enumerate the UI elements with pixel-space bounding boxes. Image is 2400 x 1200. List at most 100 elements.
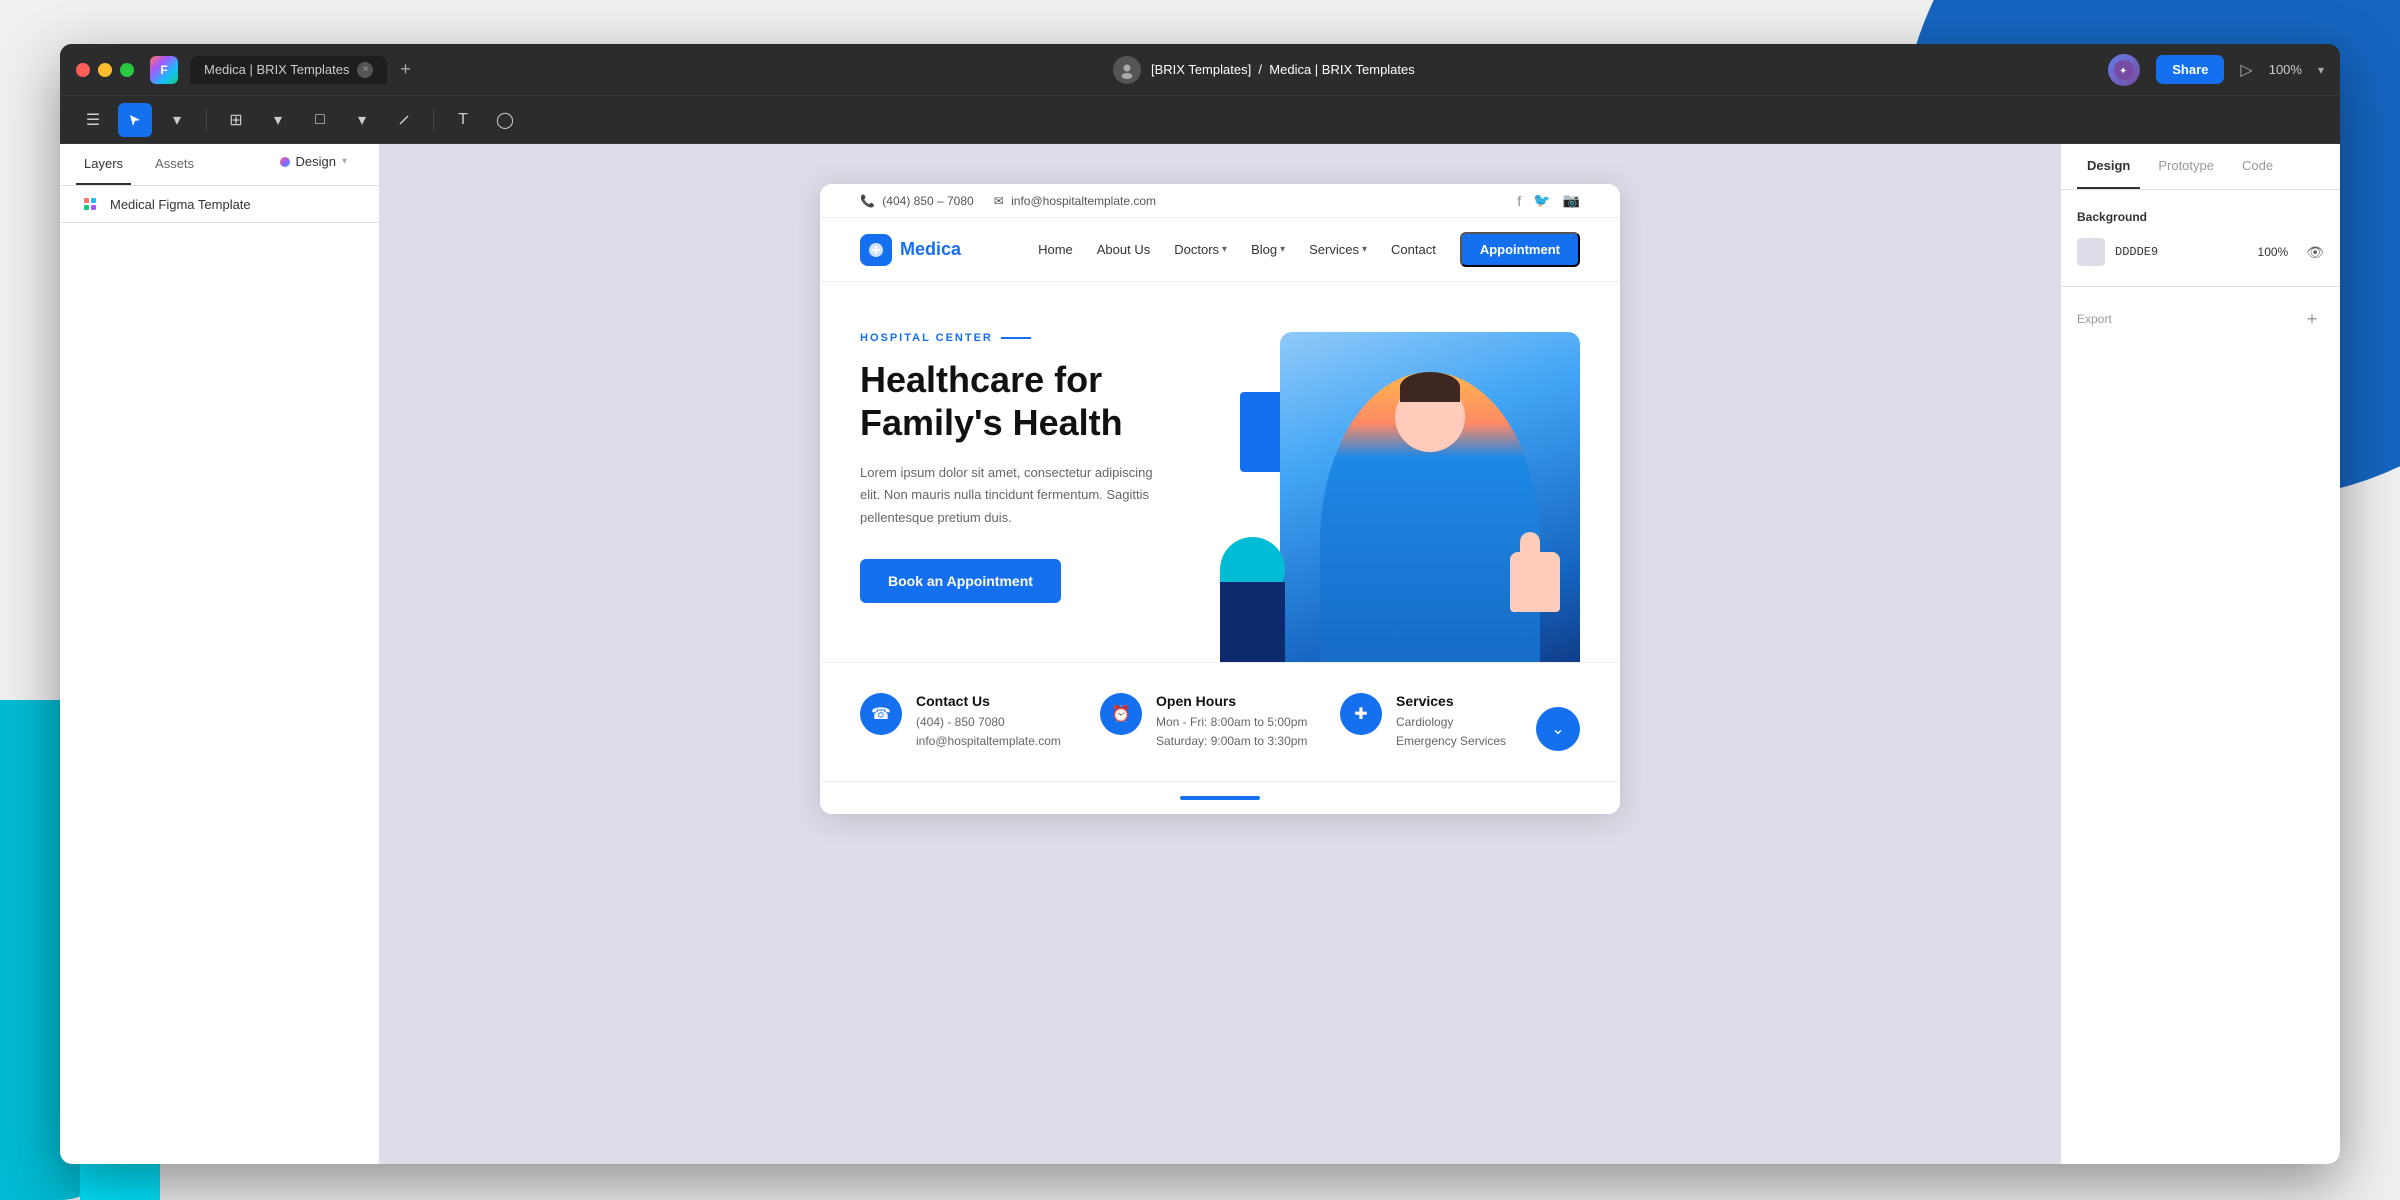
facebook-icon[interactable]: f [1517, 193, 1521, 209]
toolbar: ☰ ▾ ⊞ ▾ □ ▾ T ◯ [60, 96, 2340, 144]
left-divider [60, 222, 379, 223]
nav-doctors[interactable]: Doctors [1174, 242, 1227, 257]
topbar-email: ✉ info@hospitaltemplate.com [994, 194, 1156, 208]
pen-tool[interactable] [387, 103, 421, 137]
site-topbar: 📞 (404) 850 – 7080 ✉ info@hospitaltempla… [820, 184, 1620, 218]
hero-title-line2: Family's Health [860, 402, 1123, 443]
minimize-window-btn[interactable] [98, 63, 112, 77]
footer-card-hours-text: Open Hours Mon - Fri: 8:00am to 5:00pm S… [1156, 693, 1307, 751]
contact-email: info@hospitaltemplate.com [916, 732, 1061, 751]
website-preview: 📞 (404) 850 – 7080 ✉ info@hospitaltempla… [820, 184, 1620, 814]
services-icon: ✚ [1340, 693, 1382, 735]
background-section: Background DDDDE9 100% 👁 [2061, 190, 2340, 287]
browser-tab[interactable]: Medica | BRIX Templates × [190, 56, 387, 84]
hours-title: Open Hours [1156, 693, 1307, 709]
site-nav-links: Home About Us Doctors Blog Services Cont… [1038, 232, 1580, 267]
tab-label: Medica | BRIX Templates [204, 62, 349, 77]
background-section-title: Background [2077, 210, 2324, 224]
doctor-hair [1400, 372, 1460, 402]
email-address: info@hospitaltemplate.com [1011, 194, 1156, 208]
design-label: Design [296, 154, 336, 169]
zoom-level[interactable]: 100% [2269, 62, 2302, 77]
hero-description: Lorem ipsum dolor sit amet, consectetur … [860, 462, 1160, 528]
hero-left: HOSPITAL CENTER Healthcare for Family's … [860, 332, 1220, 662]
nav-home[interactable]: Home [1038, 242, 1073, 257]
main-content: Layers Assets Design ▾ [60, 144, 2340, 1164]
assets-tab[interactable]: Assets [147, 144, 202, 185]
right-panel: Design Prototype Code Background DDDDE9 … [2060, 144, 2340, 1164]
hero-title-line1: Healthcare for [860, 359, 1102, 400]
menu-btn[interactable]: ☰ [76, 103, 110, 137]
panel-tabs: Layers Assets Design ▾ [60, 144, 379, 186]
service-cardiology: Cardiology [1396, 713, 1506, 732]
select-dropdown[interactable]: ▾ [160, 103, 194, 137]
design-panel-tab[interactable]: Design [2077, 144, 2140, 189]
nav-about[interactable]: About Us [1097, 242, 1150, 257]
background-opacity-value[interactable]: 100% [2258, 245, 2289, 259]
background-color-row: DDDDE9 100% 👁 [2077, 238, 2324, 266]
phone-number: (404) 850 – 7080 [882, 194, 973, 208]
phone-icon: 📞 [860, 194, 875, 208]
contact-title: Contact Us [916, 693, 1061, 709]
code-panel-tab[interactable]: Code [2232, 144, 2283, 189]
logo-icon [860, 234, 892, 266]
svg-text:✦: ✦ [2119, 66, 2127, 77]
layers-tab[interactable]: Layers [76, 144, 131, 185]
shape-tool[interactable]: □ [303, 103, 337, 137]
footer-card-contact: ☎ Contact Us (404) - 850 7080 info@hospi… [860, 693, 1100, 751]
site-logo[interactable]: Medica [860, 234, 961, 266]
design-chevron-icon: ▾ [342, 156, 347, 167]
figma-layer-icon [80, 194, 100, 214]
shape-dropdown[interactable]: ▾ [345, 103, 379, 137]
maximize-window-btn[interactable] [120, 63, 134, 77]
share-button[interactable]: Share [2156, 55, 2224, 84]
title-center: [BRIX Templates] / Medica | BRIX Templat… [419, 56, 2108, 84]
background-color-swatch[interactable] [2077, 238, 2105, 266]
doctor-head [1395, 382, 1465, 452]
export-add-btn[interactable]: + [2300, 307, 2324, 331]
footer-card-hours: ⏰ Open Hours Mon - Fri: 8:00am to 5:00pm… [1100, 693, 1340, 751]
hero-label: HOSPITAL CENTER [860, 332, 1200, 344]
book-appointment-btn[interactable]: Book an Appointment [860, 559, 1061, 603]
comment-tool[interactable]: ◯ [488, 103, 522, 137]
close-window-btn[interactable] [76, 63, 90, 77]
frame-dropdown[interactable]: ▾ [261, 103, 295, 137]
figma-logo-icon: F [150, 56, 178, 84]
prototype-panel-tab[interactable]: Prototype [2148, 144, 2224, 189]
canvas-area[interactable]: 📞 (404) 850 – 7080 ✉ info@hospitaltempla… [380, 144, 2060, 1164]
layer-item-medical[interactable]: Medical Figma Template [60, 186, 379, 222]
text-tool[interactable]: T [446, 103, 480, 137]
collaborator-avatar: ✦ [2108, 54, 2140, 86]
site-footer-cards: ☎ Contact Us (404) - 850 7080 info@hospi… [820, 662, 1620, 781]
frame-tool[interactable]: ⊞ [219, 103, 253, 137]
nav-contact[interactable]: Contact [1391, 242, 1436, 257]
topbar-left: 📞 (404) 850 – 7080 ✉ info@hospitaltempla… [860, 194, 1156, 208]
contact-icon: ☎ [860, 693, 902, 735]
play-icon[interactable]: ▷ [2240, 60, 2252, 80]
new-tab-btn[interactable]: + [391, 56, 419, 84]
background-hex-value[interactable]: DDDDE9 [2115, 245, 2248, 259]
nav-services[interactable]: Services [1309, 242, 1367, 257]
nav-appointment-btn[interactable]: Appointment [1460, 232, 1580, 267]
twitter-icon[interactable]: 🐦 [1533, 192, 1550, 209]
hours-icon: ⏰ [1100, 693, 1142, 735]
breadcrumb: [BRIX Templates] / Medica | BRIX Templat… [1151, 62, 1415, 77]
zoom-dropdown-icon[interactable]: ▾ [2318, 63, 2324, 77]
window-controls [76, 63, 134, 77]
nav-blog[interactable]: Blog [1251, 242, 1285, 257]
hours-saturday: Saturday: 9:00am to 3:30pm [1156, 732, 1307, 751]
services-details: Cardiology Emergency Services [1396, 713, 1506, 751]
design-tab[interactable]: Design ▾ [264, 144, 364, 179]
left-panel: Layers Assets Design ▾ [60, 144, 380, 1164]
right-panel-tabs: Design Prototype Code [2061, 144, 2340, 190]
instagram-icon[interactable]: 📷 [1563, 192, 1580, 209]
visibility-eye-icon[interactable]: 👁 [2306, 244, 2324, 261]
doctor-silhouette [1320, 372, 1540, 662]
hero-navy-shape [1220, 582, 1285, 662]
select-tool[interactable] [118, 103, 152, 137]
tab-close-btn[interactable]: × [357, 62, 373, 78]
hours-weekday: Mon - Fri: 8:00am to 5:00pm [1156, 713, 1307, 732]
toolbar-separator [206, 108, 207, 132]
topbar-social: f 🐦 📷 [1517, 192, 1580, 209]
service-emergency: Emergency Services [1396, 732, 1506, 751]
